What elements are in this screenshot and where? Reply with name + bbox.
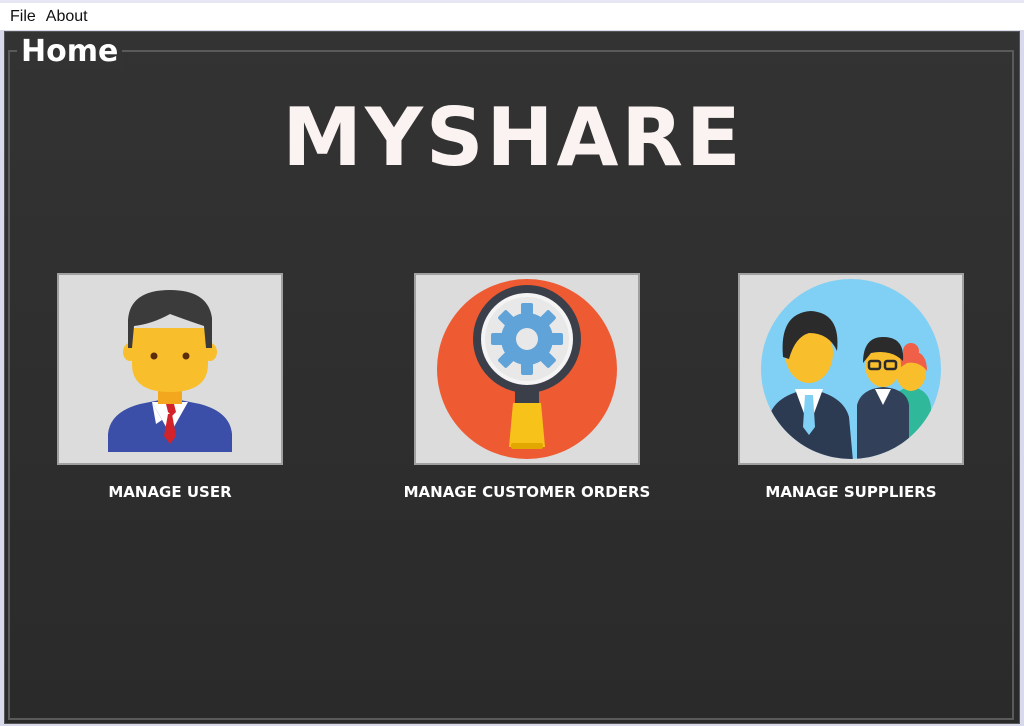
app-title: MYSHARE — [282, 91, 744, 184]
menu-file[interactable]: File — [0, 8, 42, 26]
manage-suppliers-button[interactable] — [738, 273, 964, 465]
manage-suppliers-label[interactable]: MANAGE SUPPLIERS — [738, 482, 964, 502]
manage-customer-orders-button[interactable] — [414, 273, 640, 465]
magnifier-gear-icon — [437, 279, 617, 459]
manage-customer-orders-label[interactable]: MANAGE CUSTOMER ORDERS — [385, 482, 669, 502]
user-icon — [108, 290, 232, 452]
menu-bar: File About — [0, 0, 1024, 30]
team-icon — [761, 279, 941, 459]
home-panel: Home MYSHARE MANAGE USER MANAGE CUSTOMER… — [4, 31, 1020, 724]
manage-user-button[interactable] — [57, 273, 283, 465]
manage-user-label[interactable]: MANAGE USER — [57, 482, 283, 502]
menu-about[interactable]: About — [42, 8, 94, 26]
group-title: Home — [17, 34, 123, 70]
